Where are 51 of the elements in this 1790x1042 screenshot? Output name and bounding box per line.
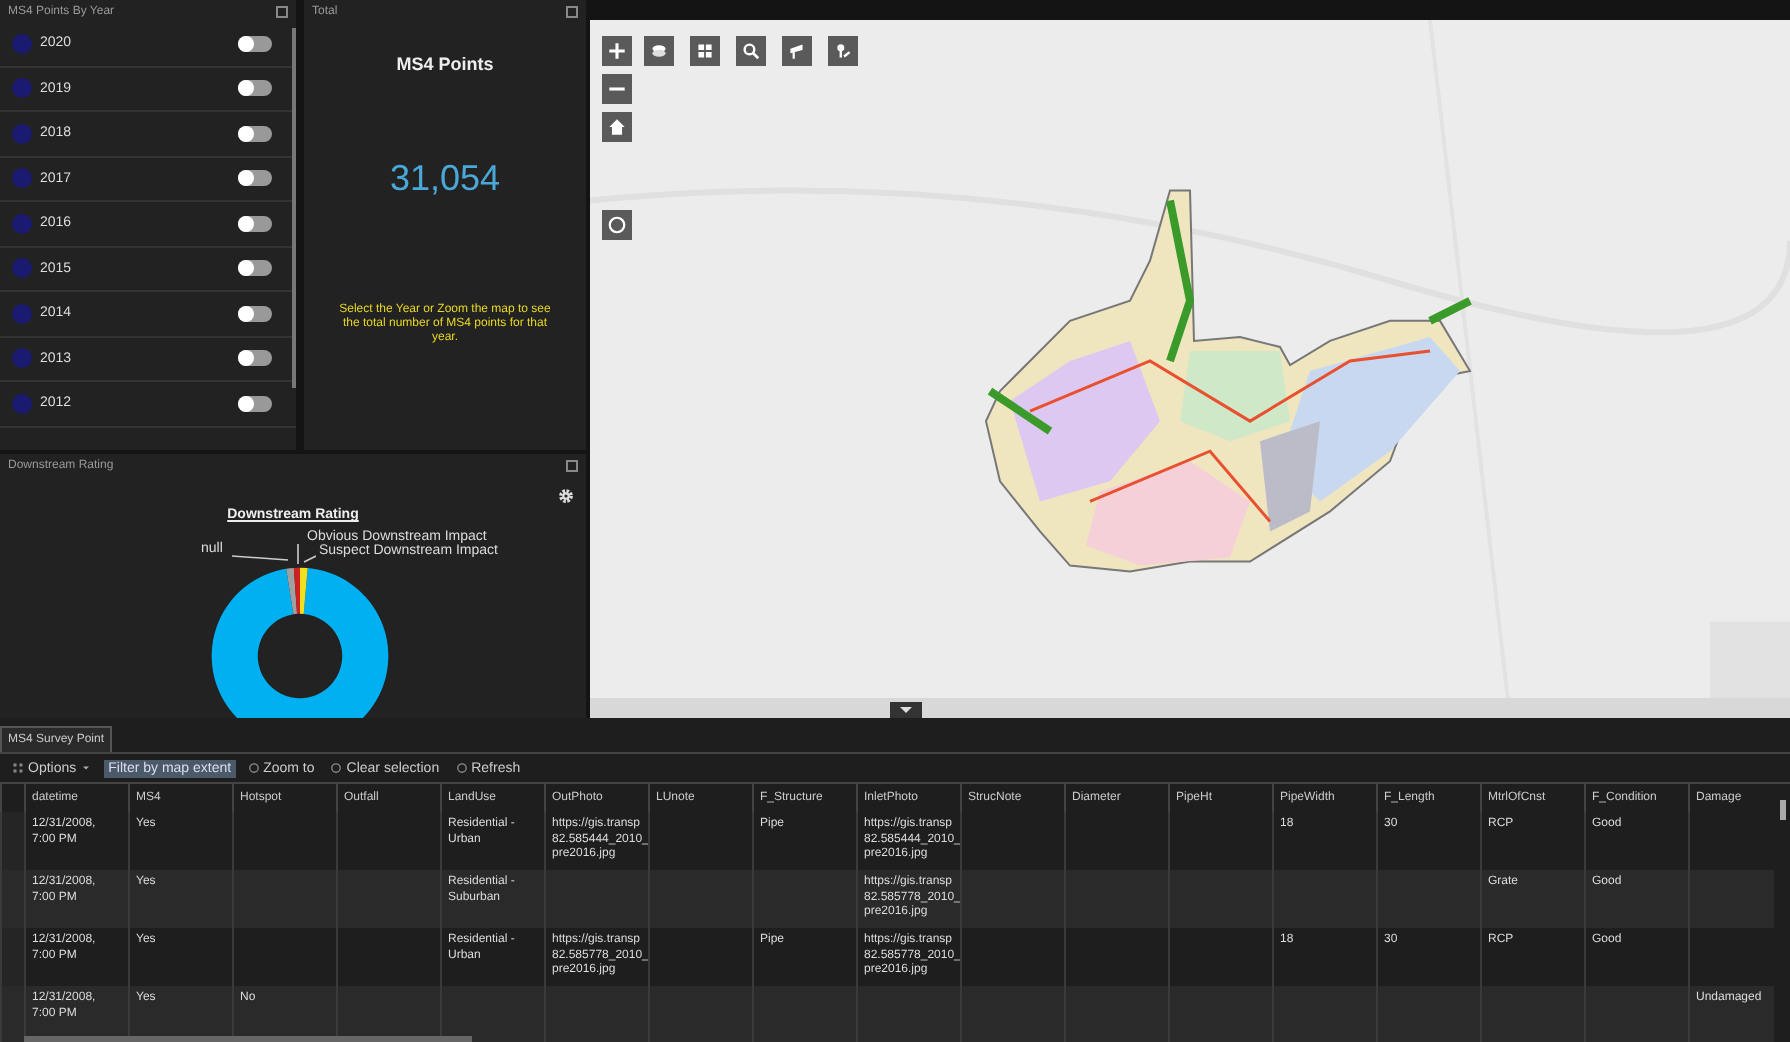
layer-dot-icon	[12, 258, 32, 279]
leader-line	[231, 542, 315, 566]
measure-button[interactable]	[782, 36, 812, 66]
search-icon	[740, 40, 762, 62]
pin-button[interactable]	[828, 36, 858, 66]
toggle-switch[interactable]	[238, 350, 272, 367]
toggle-switch[interactable]	[238, 260, 272, 277]
basemap-gallery-button[interactable]	[690, 36, 720, 66]
scrollbar[interactable]	[1780, 800, 1786, 820]
layer-dot-icon	[12, 123, 32, 144]
toggle-switch[interactable]	[238, 305, 272, 322]
circle-icon	[455, 762, 468, 774]
home-button[interactable]	[602, 112, 632, 142]
layer-dot-icon	[12, 393, 32, 414]
toggle-switch[interactable]	[238, 80, 272, 97]
layers-icon	[648, 40, 670, 62]
layer-dot-icon	[12, 78, 32, 99]
toggle-switch[interactable]	[238, 170, 272, 187]
toggle-switch[interactable]	[238, 395, 272, 412]
plus-icon	[606, 40, 628, 62]
layers-button[interactable]	[644, 36, 674, 66]
zoom-out-button[interactable]	[602, 74, 632, 104]
layer-dot-icon	[12, 348, 32, 369]
collapse-button[interactable]	[890, 702, 922, 718]
circle-icon	[606, 214, 628, 236]
indicator-title: MS4 Points	[396, 54, 494, 74]
layer-dot-icon	[12, 213, 32, 234]
toggle-switch[interactable]	[238, 125, 272, 142]
locate-button[interactable]	[602, 210, 632, 240]
settings-icon[interactable]	[558, 488, 574, 504]
toggle-switch[interactable]	[238, 35, 272, 52]
circle-icon	[330, 762, 343, 774]
maximize-icon[interactable]	[566, 5, 578, 17]
layer-dot-icon	[12, 168, 32, 189]
maximize-icon[interactable]	[566, 459, 578, 471]
scrollbar[interactable]	[24, 1036, 472, 1042]
layer-dot-icon	[12, 33, 32, 54]
caret-icon	[80, 762, 93, 774]
layer-dot-icon	[12, 303, 32, 324]
zoom-in-button[interactable]	[602, 36, 632, 66]
pin-icon	[832, 40, 854, 62]
grid-icon	[12, 762, 24, 774]
home-icon	[606, 116, 628, 138]
maximize-icon[interactable]	[276, 5, 288, 17]
toggle-switch[interactable]	[238, 215, 272, 232]
search-button[interactable]	[736, 36, 766, 66]
scrollbar[interactable]	[292, 28, 296, 388]
flag-icon	[786, 40, 808, 62]
indicator-value: 31,054	[389, 158, 501, 200]
circle-icon	[247, 762, 260, 774]
grid-icon	[694, 40, 716, 62]
